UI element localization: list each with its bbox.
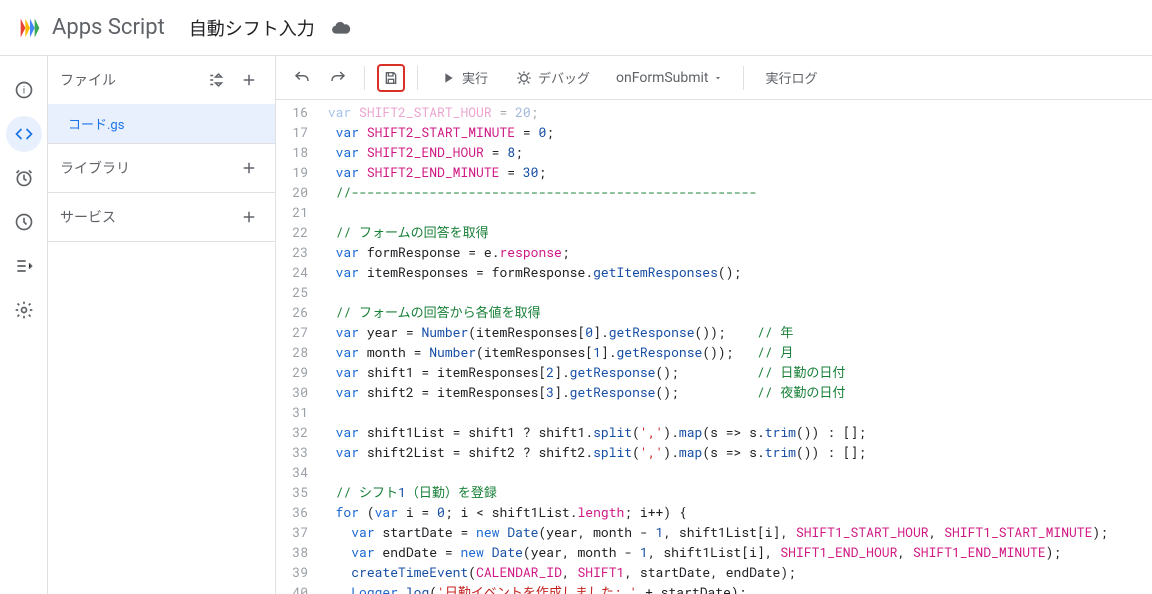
editor-toolbar: 実行 デバッグ onFormSubmit 実行ログ (276, 56, 1152, 100)
nav-editor[interactable] (6, 116, 42, 152)
add-library-button[interactable] (235, 154, 263, 182)
save-button[interactable] (377, 64, 405, 92)
undo-button[interactable] (288, 64, 316, 92)
svg-text:i: i (22, 85, 24, 96)
files-section-label: ファイル (60, 70, 116, 90)
execution-log-button[interactable]: 実行ログ (756, 62, 828, 94)
services-section-label: サービス (60, 207, 116, 227)
add-service-button[interactable] (235, 203, 263, 231)
debug-button[interactable]: デバッグ (506, 62, 600, 94)
sidebar: ファイル コード.gs ライブラリ サービス (48, 56, 276, 594)
nav-executions[interactable] (6, 204, 42, 240)
sort-files-button[interactable] (203, 66, 231, 94)
nav-triggers[interactable] (6, 160, 42, 196)
nav-settings[interactable] (6, 292, 42, 328)
redo-button[interactable] (324, 64, 352, 92)
nav-overview[interactable]: i (6, 72, 42, 108)
cloud-sync-icon (331, 18, 351, 38)
apps-script-logo (16, 14, 44, 42)
libraries-section-label: ライブラリ (60, 158, 130, 178)
code-editor[interactable]: 1617181920212223242526272829303132333435… (276, 100, 1152, 594)
file-code-gs[interactable]: コード.gs (48, 104, 275, 143)
chevron-down-icon (713, 73, 723, 83)
product-name: Apps Script (52, 15, 165, 40)
project-title[interactable]: 自動シフト入力 (189, 15, 315, 41)
nav-project-settings-list[interactable] (6, 248, 42, 284)
add-file-button[interactable] (235, 66, 263, 94)
nav-rail: i (0, 56, 48, 594)
function-selector[interactable]: onFormSubmit (608, 70, 730, 86)
run-button[interactable]: 実行 (430, 62, 498, 94)
